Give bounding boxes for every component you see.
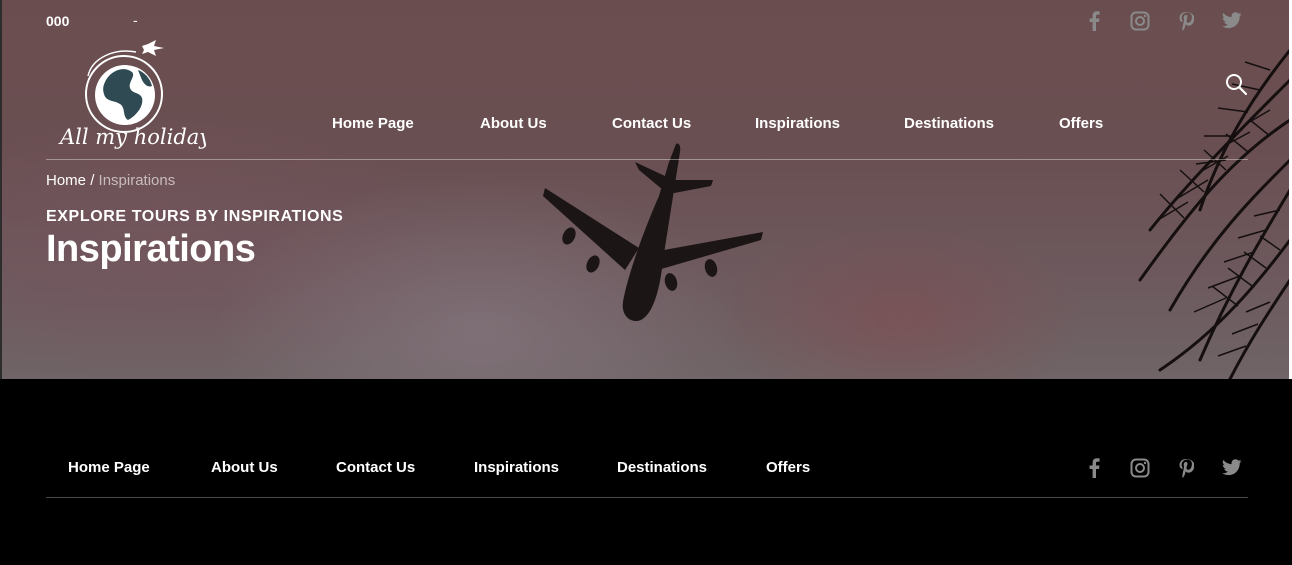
footer-divider [46, 497, 1248, 498]
page-subtitle: EXPLORE TOURS BY INSPIRATIONS [46, 208, 344, 225]
topbar-separator: - [133, 12, 138, 28]
pinterest-icon[interactable] [1163, 10, 1209, 32]
hero-left-edge [0, 0, 2, 379]
search-icon[interactable] [1224, 72, 1248, 96]
facebook-icon[interactable] [1071, 457, 1117, 479]
breadcrumb-home-link[interactable]: Home [46, 172, 86, 189]
facebook-icon[interactable] [1071, 10, 1117, 32]
header-divider [46, 159, 1248, 160]
nav-inspirations[interactable]: Inspirations [755, 115, 840, 132]
site-logo[interactable]: All my holidays [58, 36, 206, 154]
phone-number[interactable]: 000 [46, 13, 69, 29]
palm-leaves-image [1138, 48, 1292, 379]
pinterest-icon[interactable] [1163, 457, 1209, 479]
hero-banner: 000 - All my holidays Home Page About Us… [0, 0, 1292, 379]
header-social-links [1071, 10, 1255, 32]
footer-nav-inspirations[interactable]: Inspirations [474, 459, 559, 476]
instagram-icon[interactable] [1117, 457, 1163, 479]
nav-offers[interactable]: Offers [1059, 115, 1103, 132]
footer-nav-destinations[interactable]: Destinations [617, 459, 707, 476]
twitter-icon[interactable] [1209, 10, 1255, 32]
footer-social-links [1071, 457, 1255, 479]
nav-home-page[interactable]: Home Page [332, 115, 414, 132]
footer-nav-contact-us[interactable]: Contact Us [336, 459, 415, 476]
footer-navigation: Home Page About Us Contact Us Inspiratio… [0, 459, 1060, 479]
nav-about-us[interactable]: About Us [480, 115, 547, 132]
breadcrumb-current: Inspirations [98, 172, 176, 189]
nav-destinations[interactable]: Destinations [904, 115, 994, 132]
page-title: Inspirations [46, 228, 256, 270]
main-navigation: Home Page About Us Contact Us Inspiratio… [0, 115, 1292, 135]
nav-contact-us[interactable]: Contact Us [612, 115, 691, 132]
breadcrumb: Home / Inspirations [46, 172, 175, 189]
footer-nav-offers[interactable]: Offers [766, 459, 810, 476]
breadcrumb-separator: / [90, 172, 99, 189]
instagram-icon[interactable] [1117, 10, 1163, 32]
airplane-image [543, 143, 763, 322]
footer-nav-about-us[interactable]: About Us [211, 459, 278, 476]
footer-nav-home-page[interactable]: Home Page [68, 459, 150, 476]
twitter-icon[interactable] [1209, 457, 1255, 479]
